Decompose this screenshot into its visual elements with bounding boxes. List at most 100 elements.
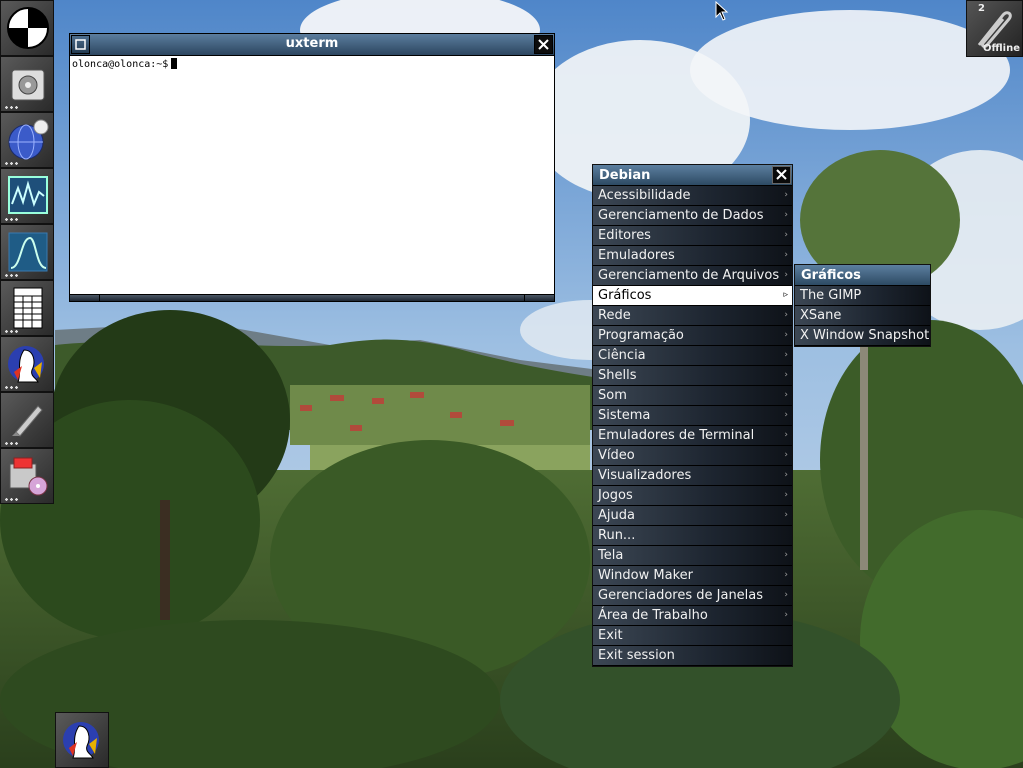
submenu-item[interactable]: XSane bbox=[795, 306, 930, 326]
menu-item-label: Sistema bbox=[598, 408, 651, 423]
submenu-arrow-icon: ▹ bbox=[783, 290, 788, 300]
submenu-arrow-icon: › bbox=[784, 450, 788, 460]
menu-item-label: Window Maker bbox=[598, 568, 693, 583]
submenu-title[interactable]: Gráficos bbox=[795, 265, 930, 286]
disk-icon bbox=[11, 69, 45, 101]
submenu-arrow-icon: › bbox=[784, 430, 788, 440]
menu-item[interactable]: Shells › bbox=[593, 366, 792, 386]
menu-item[interactable]: Editores › bbox=[593, 226, 792, 246]
dock-app-wave[interactable] bbox=[0, 224, 54, 280]
submenu-arrow-icon: › bbox=[784, 230, 788, 240]
submenu-arrow-icon: › bbox=[784, 590, 788, 600]
submenu-arrow-icon: › bbox=[784, 570, 788, 580]
menu-item[interactable]: Gráficos ▹ bbox=[593, 286, 792, 306]
submenu-arrow-icon: › bbox=[784, 510, 788, 520]
close-button[interactable] bbox=[534, 35, 553, 54]
appicon-debian[interactable] bbox=[55, 712, 109, 768]
menu-item[interactable]: Ciência › bbox=[593, 346, 792, 366]
menu-item[interactable]: Visualizadores › bbox=[593, 466, 792, 486]
menu-item[interactable]: Área de Trabalho › bbox=[593, 606, 792, 626]
submenu-arrow-icon: › bbox=[784, 330, 788, 340]
menu-item[interactable]: Programação › bbox=[593, 326, 792, 346]
menu-item[interactable]: Acessibilidade › bbox=[593, 186, 792, 206]
menu-title-text: Debian bbox=[599, 168, 651, 183]
uxterm-window[interactable]: uxterm olonca@olonca:~$ bbox=[69, 33, 555, 302]
submenu-item[interactable]: X Window Snapshot bbox=[795, 326, 930, 346]
rocket-icon bbox=[12, 405, 43, 437]
miniaturize-button[interactable] bbox=[71, 35, 90, 54]
window-titlebar[interactable]: uxterm bbox=[70, 34, 554, 56]
dock-app-spreadsheet[interactable] bbox=[0, 280, 54, 336]
browser-globe-icon bbox=[8, 119, 49, 160]
debian-menu: Debian Acessibilidade › Gerenciamento de D… bbox=[592, 164, 793, 667]
menu-item-label: Tela bbox=[598, 548, 624, 563]
menu-item[interactable]: Exit session bbox=[593, 646, 792, 666]
menu-item[interactable]: Jogos › bbox=[593, 486, 792, 506]
menu-item-label: Rede bbox=[598, 308, 631, 323]
dock-app-debian-menu[interactable] bbox=[0, 336, 54, 392]
dock-app-disk[interactable] bbox=[0, 56, 54, 112]
wave-graph-icon bbox=[8, 232, 48, 272]
menu-item-label: Run... bbox=[598, 528, 636, 543]
menu-item-label: Visualizadores bbox=[598, 468, 692, 483]
debian-penguin-icon bbox=[63, 722, 99, 759]
menu-item-label: Emuladores bbox=[598, 248, 675, 263]
menu-item-label: Exit bbox=[598, 628, 623, 643]
menu-item-label: Acessibilidade bbox=[598, 188, 691, 203]
dock-app-installer[interactable] bbox=[0, 448, 54, 504]
menu-item[interactable]: Vídeo › bbox=[593, 446, 792, 466]
submenu-arrow-icon: › bbox=[784, 210, 788, 220]
window-title: uxterm bbox=[285, 36, 339, 51]
installer-icon bbox=[9, 457, 48, 496]
menu-item-label: Emuladores de Terminal bbox=[598, 428, 755, 443]
menu-item[interactable]: Rede › bbox=[593, 306, 792, 326]
workspace-clip[interactable]: 2 Offline bbox=[966, 0, 1023, 57]
dock-app-rocket[interactable] bbox=[0, 392, 54, 448]
menu-item[interactable]: Window Maker › bbox=[593, 566, 792, 586]
menu-item[interactable]: Run... bbox=[593, 526, 792, 546]
menu-item-label: Gráficos bbox=[598, 288, 652, 303]
menu-item[interactable]: Tela › bbox=[593, 546, 792, 566]
menu-item[interactable]: Sistema › bbox=[593, 406, 792, 426]
menu-item[interactable]: Gerenciamento de Arquivos › bbox=[593, 266, 792, 286]
submenu-arrow-icon: › bbox=[784, 470, 788, 480]
miniaturize-icon bbox=[75, 39, 86, 50]
submenu-arrow-icon: › bbox=[784, 550, 788, 560]
menu-item-label: Ajuda bbox=[598, 508, 635, 523]
submenu-arrow-icon: › bbox=[784, 410, 788, 420]
windowmaker-dock-icon bbox=[7, 7, 49, 49]
menu-item[interactable]: Exit bbox=[593, 626, 792, 646]
menu-item[interactable]: Gerenciamento de Dados › bbox=[593, 206, 792, 226]
window-resizebar[interactable] bbox=[70, 294, 554, 301]
menu-item[interactable]: Emuladores › bbox=[593, 246, 792, 266]
workspace-name: Offline bbox=[983, 43, 1020, 54]
menu-item[interactable]: Ajuda › bbox=[593, 506, 792, 526]
submenu-arrow-icon: › bbox=[784, 490, 788, 500]
submenu-item[interactable]: The GIMP bbox=[795, 286, 930, 306]
spreadsheet-icon bbox=[13, 287, 43, 329]
menu-close-button[interactable] bbox=[772, 166, 791, 184]
submenu-arrow-icon: › bbox=[784, 370, 788, 380]
submenu-arrow-icon: › bbox=[784, 610, 788, 620]
menu-item-label: Gerenciamento de Dados bbox=[598, 208, 764, 223]
menu-item-label: Gerenciamento de Arquivos bbox=[598, 268, 780, 283]
dock-app-browser[interactable] bbox=[0, 112, 54, 168]
menu-item-label: Ciência bbox=[598, 348, 646, 363]
menu-item-label: Gerenciadores de Janelas bbox=[598, 588, 764, 603]
menu-items: Acessibilidade › Gerenciamento de Dados › Ed… bbox=[593, 186, 792, 666]
submenu-arrow-icon: › bbox=[784, 350, 788, 360]
menu-item[interactable]: Gerenciadores de Janelas › bbox=[593, 586, 792, 606]
menu-item[interactable]: Som › bbox=[593, 386, 792, 406]
menu-item-label: Shells bbox=[598, 368, 637, 383]
menu-item[interactable]: Emuladores de Terminal › bbox=[593, 426, 792, 446]
dock-app-monitor[interactable] bbox=[0, 168, 54, 224]
submenu-item-label: The GIMP bbox=[800, 288, 862, 303]
terminal-content[interactable]: olonca@olonca:~$ bbox=[72, 58, 178, 70]
menu-item-label: Programação bbox=[598, 328, 684, 343]
menu-item-label: Editores bbox=[598, 228, 651, 243]
menu-title[interactable]: Debian bbox=[593, 165, 792, 186]
menu-item-label: Vídeo bbox=[598, 448, 635, 463]
menu-item-label: Jogos bbox=[598, 488, 633, 503]
submenu-items: The GIMP XSane X Window Snapshot bbox=[795, 286, 930, 346]
dock-app-windowmaker[interactable] bbox=[0, 0, 54, 56]
